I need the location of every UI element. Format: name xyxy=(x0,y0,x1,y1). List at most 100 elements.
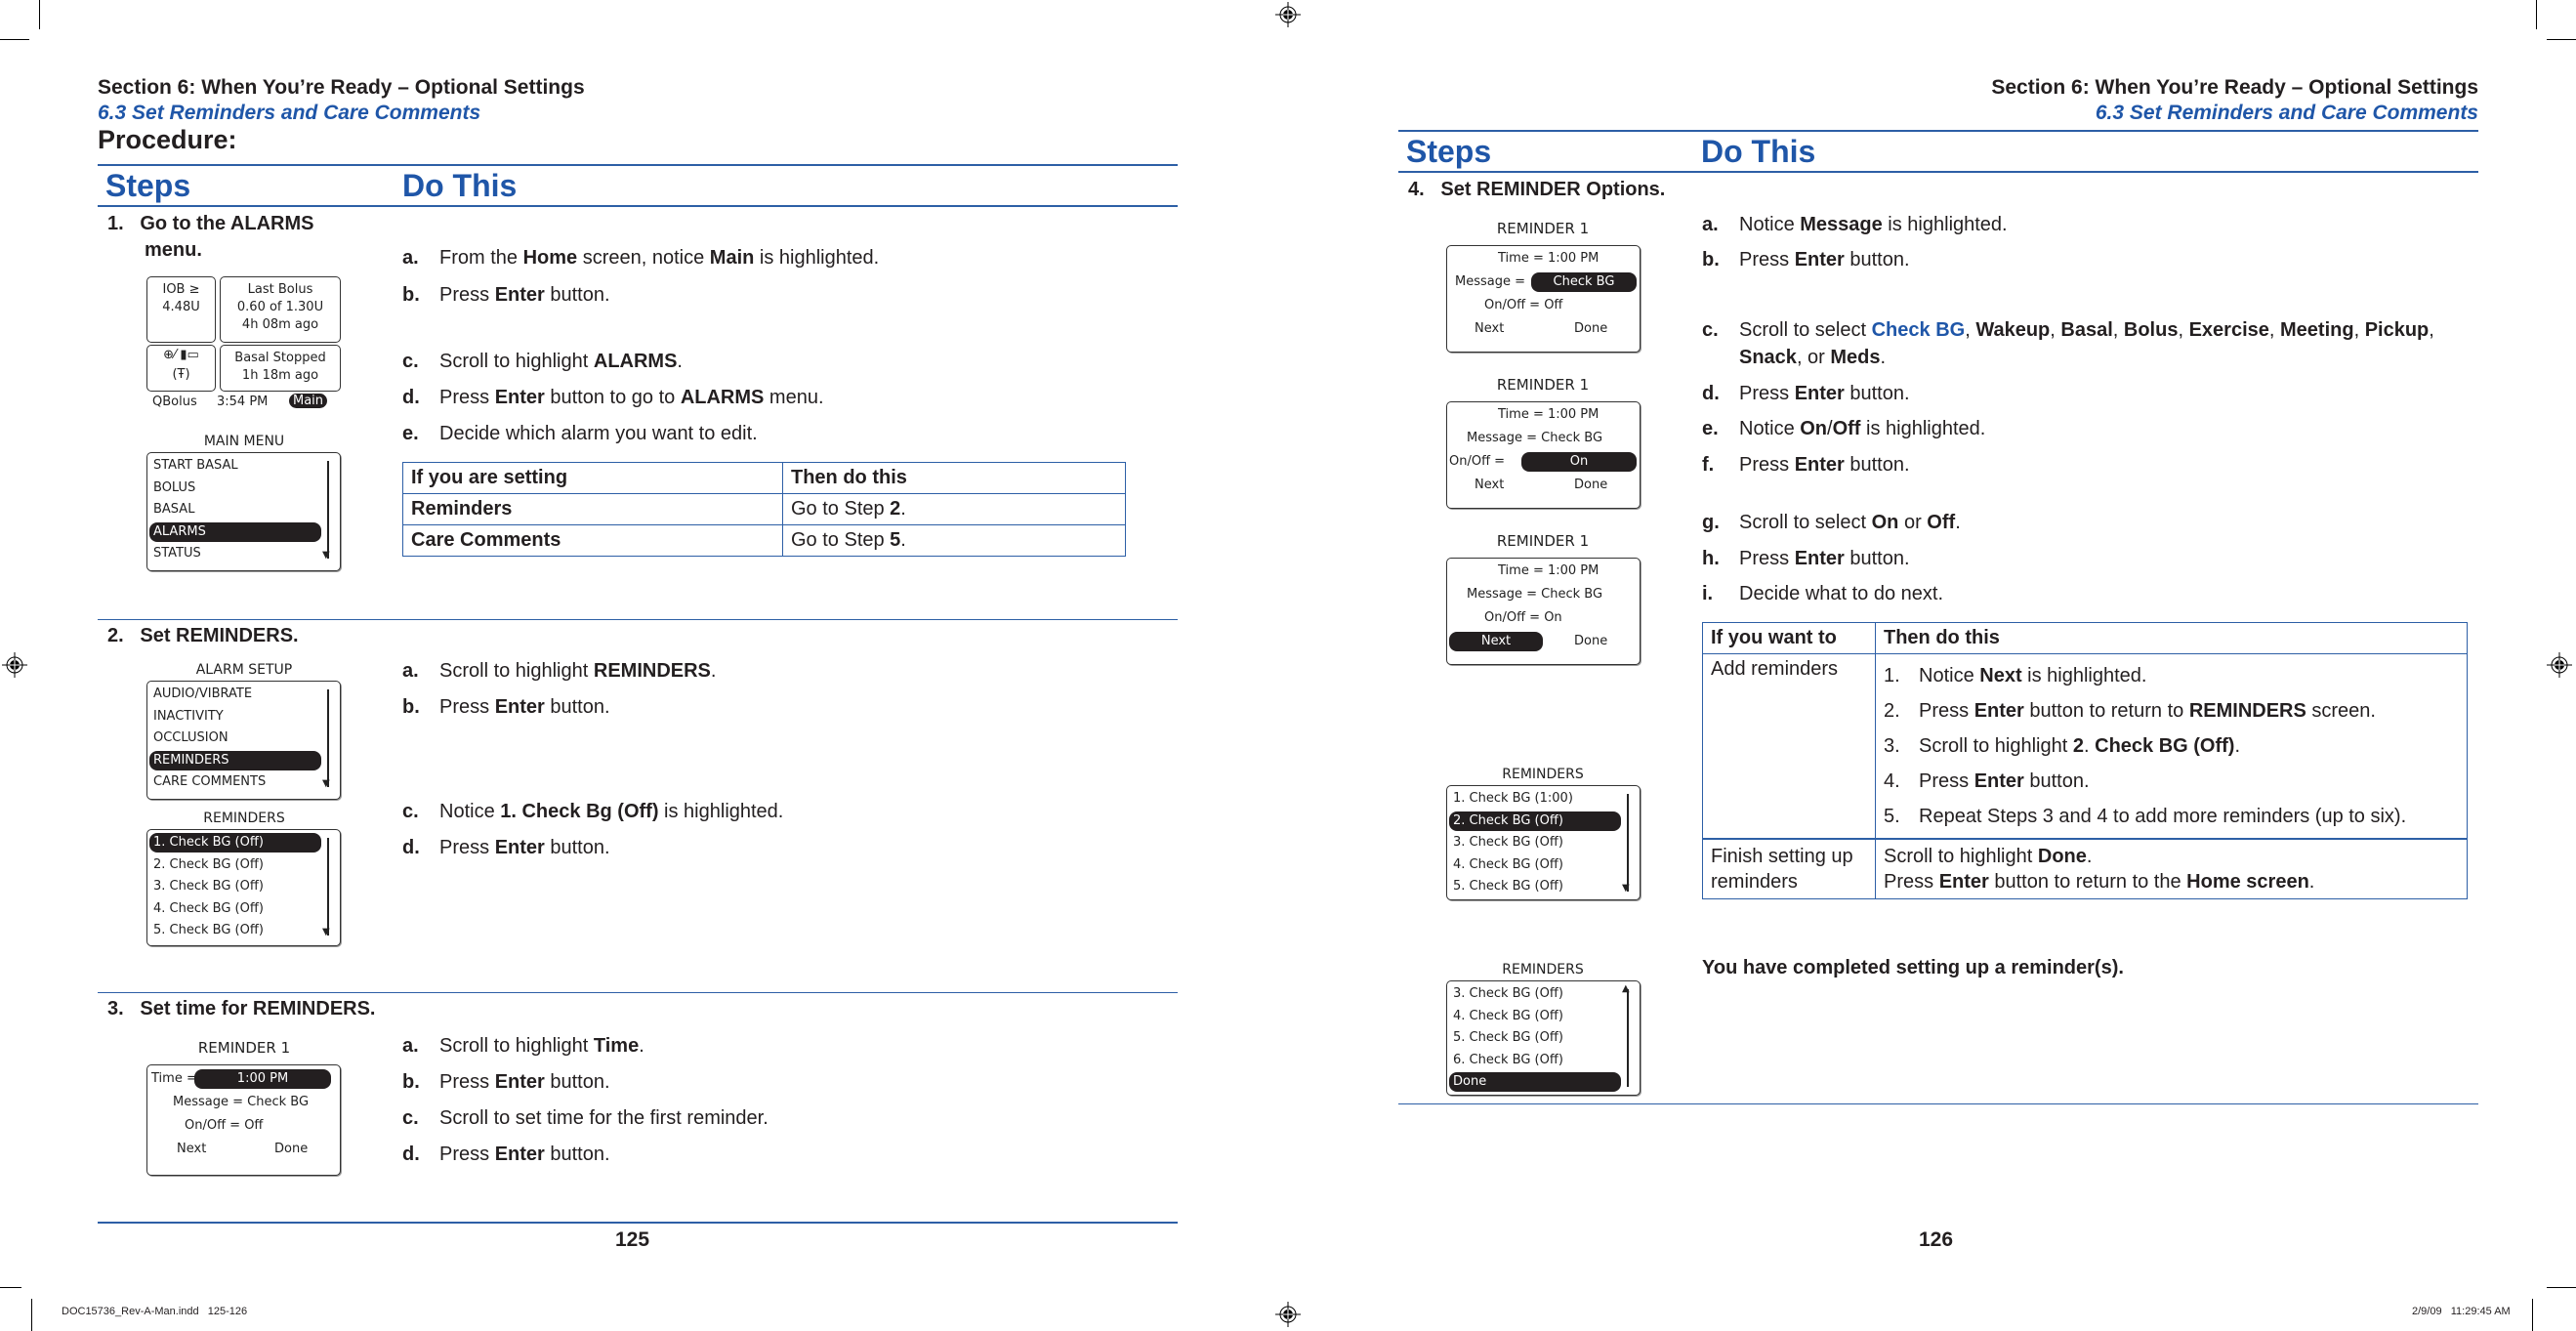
item-letter: b. xyxy=(402,696,420,718)
menu-item: 3. Check BG (Off) xyxy=(1453,835,1563,850)
table-header: Then do this xyxy=(782,462,1126,494)
text-run: button. xyxy=(544,837,610,858)
numbered-step: 5. Repeat Steps 3 and 4 to add more remin… xyxy=(1884,799,2459,834)
column-header-steps: Steps xyxy=(1406,134,1492,169)
completion-message: You have completed setting up a reminder… xyxy=(1702,957,2124,978)
text-run: button. xyxy=(544,284,610,306)
basal-status-panel: Basal Stopped 1h 18m ago xyxy=(220,345,341,392)
text-run: , xyxy=(2268,319,2280,341)
instruction-item: e. Decide which alarm you want to edit. xyxy=(402,423,758,445)
bold-term: Enter xyxy=(1974,700,2024,722)
bold-term: Home screen xyxy=(2186,871,2309,893)
crop-mark xyxy=(2547,39,2576,40)
text-run: or xyxy=(1898,512,1928,533)
text-run: Scroll to select xyxy=(1739,319,1872,341)
text-run: is highlighted. xyxy=(1860,418,1986,439)
menu-item: 5. Check BG (Off) xyxy=(1453,879,1563,894)
bold-term: On xyxy=(1800,418,1828,439)
bold-term: Main xyxy=(709,247,755,269)
bold-term: Wakeup xyxy=(1975,319,2051,341)
crop-mark xyxy=(2547,1287,2576,1288)
text-run: Scroll to highlight xyxy=(439,1035,594,1057)
text-run: is highlighted. xyxy=(2021,665,2147,686)
cell-step: 2 xyxy=(890,498,901,520)
bold-term: Enter xyxy=(494,1071,545,1093)
text-run: Press xyxy=(1884,871,1939,893)
text-run: Press xyxy=(1919,700,1974,722)
status-icons-panel: ⊕⁄ ▮▭ (Ŧ) xyxy=(146,345,216,392)
item-letter: a. xyxy=(1702,214,1719,235)
item-letter: d. xyxy=(402,387,420,408)
table-header: If you are setting xyxy=(402,462,783,494)
text-run: Scroll to select xyxy=(1739,512,1872,533)
time-row: Time = 1:00 PM xyxy=(1498,563,1600,578)
numbered-step: 1. Notice Next is highlighted. xyxy=(1884,658,2459,693)
bold-term: Message xyxy=(1800,214,1883,235)
item-letter: c. xyxy=(402,351,419,372)
numbered-step: 4. Press Enter button. xyxy=(1884,764,2459,799)
instruction-item: f. Press Enter button. xyxy=(1702,454,1910,477)
alarm-choice-table: If you are setting Then do this Reminder… xyxy=(402,462,1126,557)
instruction-item: d. Press Enter button to go to ALARMS men… xyxy=(402,387,824,409)
table-cell: Finish setting up reminders xyxy=(1702,838,1876,899)
text-run: Notice xyxy=(1919,665,1980,686)
text-run: , xyxy=(2050,319,2061,341)
header-rule xyxy=(1398,171,2478,173)
text-run: Press xyxy=(439,387,495,408)
bold-term: Pickup xyxy=(2364,319,2430,341)
onoff-row: On/Off = Off xyxy=(1484,298,1563,312)
bold-term: ALARMS xyxy=(680,387,765,408)
text-run: button to return to xyxy=(2023,700,2189,722)
table-cell: Go to Step 2. xyxy=(782,493,1126,525)
last-bolus-amount: 0.60 of 1.30U xyxy=(236,300,324,314)
step-title-cont: menu. xyxy=(145,239,202,261)
instruction-item: d. Press Enter button. xyxy=(402,1144,610,1166)
screen-title: REMINDER 1 xyxy=(1496,532,1590,550)
instruction-item: b. Press Enter button. xyxy=(402,696,610,719)
menu-item: 6. Check BG (Off) xyxy=(1453,1052,1563,1067)
step-title: 2. Set REMINDERS. xyxy=(107,625,299,646)
instruction-item: d. Press Enter button. xyxy=(1702,383,1910,405)
crop-mark xyxy=(31,1299,32,1331)
time-row: Time = 1:00 PM xyxy=(1498,251,1600,266)
bold-term: Enter xyxy=(1794,454,1845,476)
step-title: 4. Set REMINDER Options. xyxy=(1408,179,1666,200)
last-bolus-label: Last Bolus xyxy=(247,282,313,297)
text-run: Scroll to highlight xyxy=(439,660,594,682)
menu-item-highlighted: Done xyxy=(1449,1072,1621,1092)
print-file-slug: DOC15736_Rev-A-Man.indd 125-126 xyxy=(62,1306,248,1317)
cell-text: Finish setting up xyxy=(1711,846,1853,867)
text-run: menu. xyxy=(764,387,824,408)
step-divider xyxy=(1398,1103,2478,1104)
message-row: Message = Check BG xyxy=(1467,587,1603,602)
menu-item-highlighted: REMINDERS xyxy=(149,750,321,770)
menu-item: 4. Check BG (Off) xyxy=(153,900,264,916)
message-row: Message = Check BG xyxy=(1467,431,1603,445)
text-run: Press xyxy=(439,696,495,718)
text-run: . xyxy=(2234,735,2241,757)
instruction-item: a. Scroll to highlight Time. xyxy=(402,1035,644,1058)
bold-term: Home xyxy=(522,247,578,269)
text-run: Press xyxy=(439,837,495,858)
text-run: is highlighted. xyxy=(754,247,880,269)
instruction-item: b. Press Enter button. xyxy=(402,1071,610,1094)
basal-status: Basal Stopped xyxy=(234,351,326,365)
bold-term: Enter xyxy=(494,387,545,408)
text-run: screen, notice xyxy=(577,247,710,269)
item-letter: h. xyxy=(1702,548,1720,569)
last-bolus-time: 4h 08m ago xyxy=(241,317,319,332)
menu-item: INACTIVITY xyxy=(153,708,224,724)
menu-item-highlighted: 2. Check BG (Off) xyxy=(1449,811,1621,831)
scroll-arrow-icon: ▼ xyxy=(1622,883,1630,894)
subsection-title: 6.3 Set Reminders and Care Comments xyxy=(98,102,481,124)
main-softkey: Main xyxy=(289,394,328,408)
cell-step: 5 xyxy=(890,529,901,551)
text-run: Press xyxy=(439,1071,495,1093)
section-title: Section 6: When You’re Ready – Optional … xyxy=(98,76,585,99)
reminders-screen: 1. Check BG (1:00) 2. Check BG (Off) 3. Ch… xyxy=(1446,785,1641,900)
instruction-item: a. Scroll to highlight REMINDERS. xyxy=(402,660,716,683)
instruction-item: b. Press Enter button. xyxy=(402,284,610,307)
bold-term: Meeting xyxy=(2280,319,2354,341)
table-cell: 1. Notice Next is highlighted. 2. Press Ent… xyxy=(1875,653,2468,840)
item-letter: b. xyxy=(1702,249,1720,270)
